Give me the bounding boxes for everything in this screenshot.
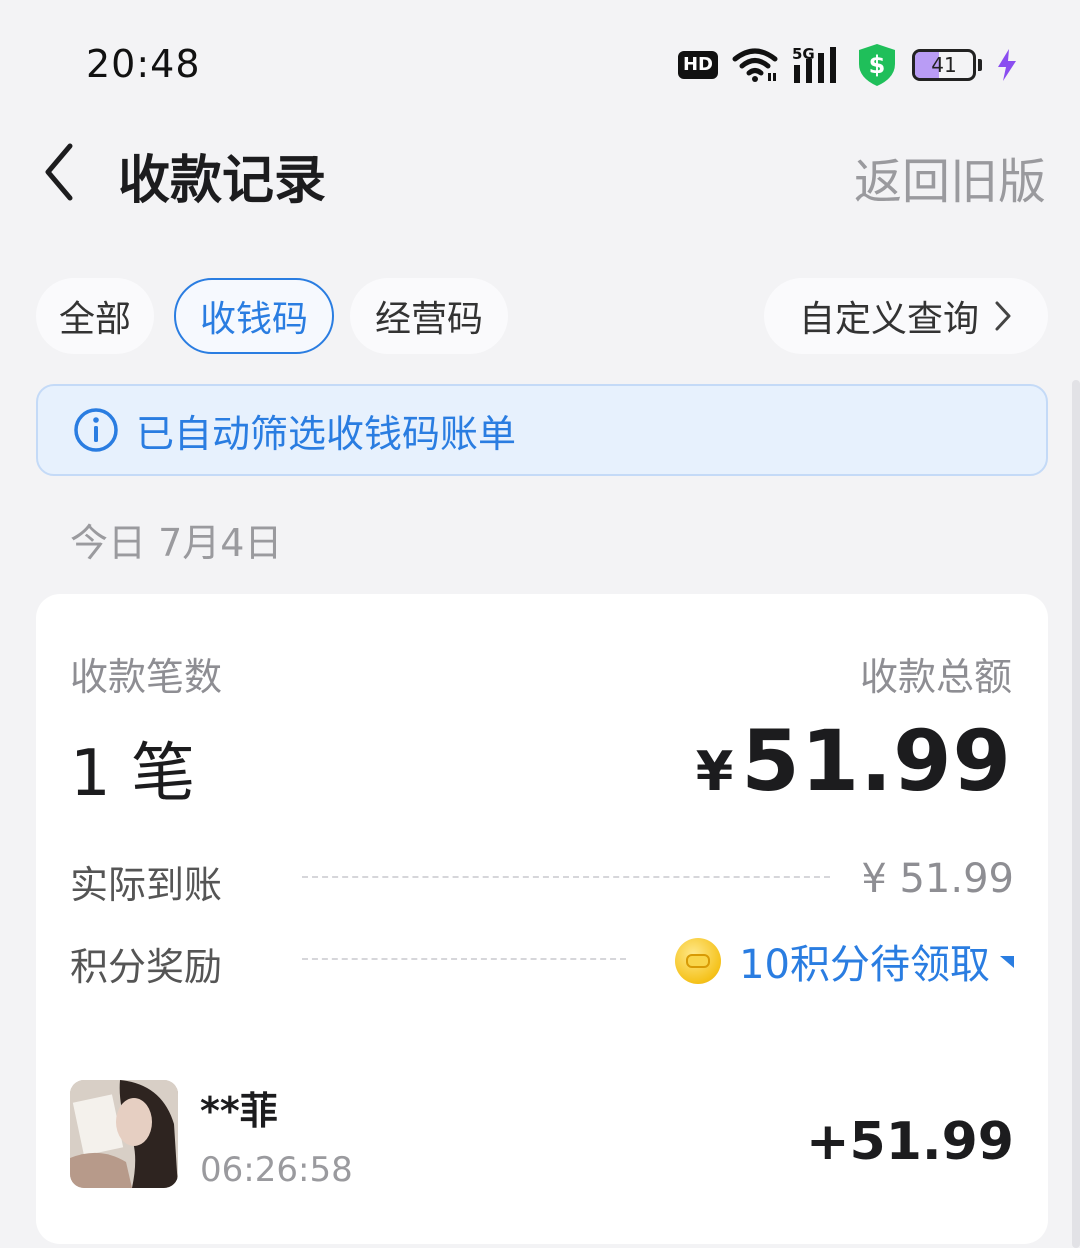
gold-coin-icon xyxy=(675,938,722,984)
notice-text: 已自动筛选收钱码账单 xyxy=(136,411,517,456)
filter-notice: 已自动筛选收钱码账单 xyxy=(36,384,1048,476)
corner-arrow-icon xyxy=(1000,956,1014,968)
tab-business-code[interactable]: 经营码 xyxy=(350,278,508,354)
charging-bolt-icon xyxy=(998,49,1016,81)
info-icon xyxy=(74,408,118,452)
total-label: 收款总额 xyxy=(859,655,1012,699)
actual-value: ¥ 51.99 xyxy=(861,856,1014,902)
page-title: 收款记录 xyxy=(118,151,327,211)
status-bar: 20:48 HD 5G $ 41 xyxy=(0,0,1080,130)
scrollbar[interactable] xyxy=(1072,380,1080,1248)
back-button[interactable] xyxy=(34,136,94,206)
total-value: 51.99 xyxy=(741,712,1012,810)
custom-query-label: 自定义查询 xyxy=(798,299,979,340)
filter-tabs: 全部 收钱码 经营码 自定义查询 xyxy=(36,278,1048,354)
date-label: 今日 7月4日 xyxy=(70,521,283,565)
battery-level: 41 xyxy=(931,53,957,77)
divider xyxy=(302,958,626,960)
avatar xyxy=(70,1080,178,1188)
currency-symbol: ¥ xyxy=(695,740,734,803)
svg-text:$: $ xyxy=(869,51,886,79)
status-time: 20:48 xyxy=(86,42,201,86)
transaction-time: 06:26:58 xyxy=(200,1150,353,1190)
chevron-left-icon xyxy=(45,143,73,201)
reward-row[interactable]: 积分奖励 10积分待领取 xyxy=(70,930,1014,989)
shield-dollar-icon: $ xyxy=(859,44,895,86)
wifi-icon xyxy=(732,48,778,82)
payer-name: **菲 xyxy=(200,1089,278,1133)
signal-5g-icon: 5G xyxy=(792,45,836,83)
reward-label: 积分奖励 xyxy=(70,945,223,989)
actual-label: 实际到账 xyxy=(70,863,223,907)
battery-icon: 41 xyxy=(912,49,982,81)
summary-card: 收款笔数 收款总额 1 笔 ¥ 51.99 实际到账 ¥ 51.99 积分奖励 … xyxy=(36,594,1048,1244)
total-amount: ¥ 51.99 xyxy=(696,712,1012,810)
divider xyxy=(302,876,830,878)
actual-received-row: 实际到账 ¥ 51.99 xyxy=(70,848,1014,907)
chevron-right-icon xyxy=(995,301,1011,331)
reward-value: 10积分待领取 xyxy=(739,942,990,988)
reward-claim-link[interactable]: 10积分待领取 xyxy=(675,932,990,990)
status-icons: HD 5G $ 41 xyxy=(677,40,1018,90)
transaction-amount: +51.99 xyxy=(805,1112,1014,1172)
transaction-item[interactable]: **菲 06:26:58 +51.99 xyxy=(70,1080,1014,1190)
count-label: 收款笔数 xyxy=(70,655,223,699)
tab-collection-code[interactable]: 收钱码 xyxy=(174,278,334,354)
tab-all[interactable]: 全部 xyxy=(36,278,154,354)
header: 收款记录 返回旧版 xyxy=(0,120,1080,230)
return-old-version-link[interactable]: 返回旧版 xyxy=(854,142,1046,212)
count-value: 1 笔 xyxy=(70,737,196,811)
hd-icon: HD xyxy=(677,51,718,79)
custom-query-button[interactable]: 自定义查询 xyxy=(764,278,1048,354)
